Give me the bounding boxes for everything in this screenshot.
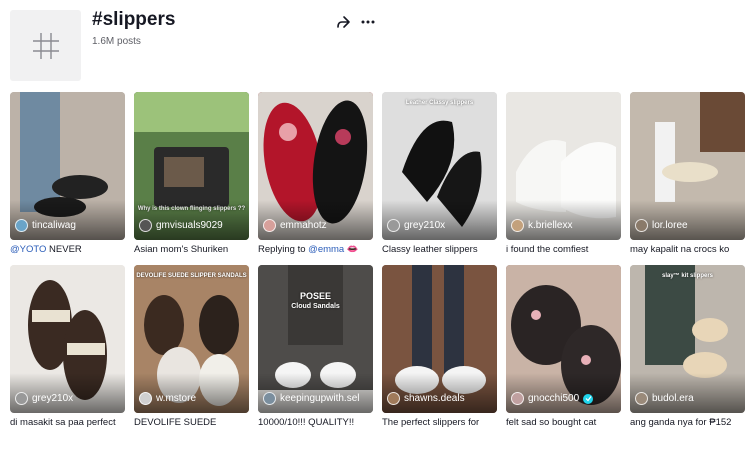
- avatar: [263, 219, 276, 232]
- video-caption[interactable]: Classy leather slippers: [382, 244, 497, 257]
- video-card[interactable]: Why is this clown flinging slippers ?? g…: [134, 92, 249, 257]
- video-card[interactable]: k.briellexx i found the comfiest: [506, 92, 621, 257]
- author-name[interactable]: gmvisuals9029: [156, 220, 223, 231]
- avatar: [387, 219, 400, 232]
- video-card[interactable]: gnocchi500 felt sad so bought cat: [506, 265, 621, 430]
- page-title: #slippers: [92, 9, 176, 30]
- avatar: [635, 392, 648, 405]
- avatar: [15, 392, 28, 405]
- video-card[interactable]: DEVOLIFE SUEDE SLIPPER SANDALS w.mstore …: [134, 265, 249, 430]
- video-author[interactable]: w.mstore: [139, 392, 196, 405]
- video-caption[interactable]: Asian mom's Shuriken: [134, 244, 249, 257]
- avatar: [139, 392, 152, 405]
- author-name[interactable]: gnocchi500: [528, 393, 579, 404]
- author-name[interactable]: grey210x: [32, 393, 73, 404]
- video-card[interactable]: Leather Classy slippers grey210x Classy …: [382, 92, 497, 257]
- video-thumbnail[interactable]: POSEE Cloud Sandals keepingupwith.sel: [258, 265, 373, 413]
- video-author[interactable]: keepingupwith.sel: [263, 392, 360, 405]
- caption-mention[interactable]: @emma: [308, 244, 344, 255]
- video-caption[interactable]: may kapalit na crocs ko: [630, 244, 745, 257]
- video-author[interactable]: grey210x: [387, 219, 445, 232]
- video-caption[interactable]: i found the comfiest: [506, 244, 621, 257]
- video-thumbnail[interactable]: tincaliwag: [10, 92, 125, 240]
- video-caption[interactable]: felt sad so bought cat: [506, 417, 621, 430]
- avatar: [635, 219, 648, 232]
- video-caption[interactable]: @YOTO NEVER: [10, 244, 125, 257]
- video-overlay-text: Leather Classy slippers: [405, 100, 474, 106]
- video-author[interactable]: gnocchi500: [511, 392, 594, 405]
- video-card[interactable]: grey210x di masakit sa paa perfect: [10, 265, 125, 430]
- video-author[interactable]: gmvisuals9029: [139, 219, 223, 232]
- author-name[interactable]: keepingupwith.sel: [280, 393, 360, 404]
- author-name[interactable]: tincaliwag: [32, 220, 76, 231]
- video-thumbnail[interactable]: grey210x: [10, 265, 125, 413]
- video-thumbnail[interactable]: emmahotz: [258, 92, 373, 240]
- video-thumbnail[interactable]: lor.loree: [630, 92, 745, 240]
- video-card[interactable]: slay™ kit slippers budol.era ang ganda n…: [630, 265, 745, 430]
- video-caption[interactable]: DEVOLIFE SUEDE: [134, 417, 249, 430]
- video-caption[interactable]: The perfect slippers for: [382, 417, 497, 430]
- video-thumbnail[interactable]: shawns.deals: [382, 265, 497, 413]
- video-author[interactable]: shawns.deals: [387, 392, 465, 405]
- verified-badge-icon: [583, 393, 594, 404]
- avatar: [511, 392, 524, 405]
- caption-mention[interactable]: @YOTO: [10, 244, 46, 255]
- video-overlay-subtext: Cloud Sandals: [291, 303, 340, 310]
- video-caption[interactable]: 10000/10!!! QUALITY!!: [258, 417, 373, 430]
- video-thumbnail[interactable]: Why is this clown flinging slippers ?? g…: [134, 92, 249, 240]
- video-caption[interactable]: di masakit sa paa perfect: [10, 417, 125, 430]
- video-overlay-text: slay™ kit slippers: [661, 273, 714, 279]
- video-caption[interactable]: ang ganda nya for ₱152: [630, 417, 745, 430]
- more-icon[interactable]: [359, 13, 377, 31]
- author-name[interactable]: k.briellexx: [528, 220, 572, 231]
- avatar: [511, 219, 524, 232]
- video-author[interactable]: grey210x: [15, 392, 73, 405]
- post-count: 1.6M posts: [92, 36, 141, 47]
- video-card[interactable]: emmahotz Replying to @emma 👄: [258, 92, 373, 257]
- avatar: [15, 219, 28, 232]
- author-name[interactable]: lor.loree: [652, 220, 688, 231]
- avatar: [387, 392, 400, 405]
- author-name[interactable]: grey210x: [404, 220, 445, 231]
- video-overlay-text: POSEE: [299, 291, 331, 301]
- avatar: [139, 219, 152, 232]
- video-thumbnail[interactable]: k.briellexx: [506, 92, 621, 240]
- video-author[interactable]: budol.era: [635, 392, 694, 405]
- video-card[interactable]: lor.loree may kapalit na crocs ko: [630, 92, 745, 257]
- video-author[interactable]: tincaliwag: [15, 219, 76, 232]
- video-card[interactable]: tincaliwag @YOTO NEVER: [10, 92, 125, 257]
- hashtag-header: #slippers 1.6M posts: [0, 0, 750, 90]
- video-card[interactable]: POSEE Cloud Sandals keepingupwith.sel 100…: [258, 265, 373, 430]
- author-name[interactable]: shawns.deals: [404, 393, 465, 404]
- author-name[interactable]: budol.era: [652, 393, 694, 404]
- video-grid: tincaliwag @YOTO NEVER Why is this clown…: [10, 92, 745, 430]
- video-author[interactable]: emmahotz: [263, 219, 327, 232]
- video-card[interactable]: shawns.deals The perfect slippers for: [382, 265, 497, 430]
- video-thumbnail[interactable]: slay™ kit slippers budol.era: [630, 265, 745, 413]
- video-overlay-text: DEVOLIFE SUEDE SLIPPER SANDALS: [136, 273, 247, 279]
- author-name[interactable]: w.mstore: [156, 393, 196, 404]
- share-icon[interactable]: [334, 13, 352, 31]
- video-thumbnail[interactable]: gnocchi500: [506, 265, 621, 413]
- video-caption[interactable]: Replying to @emma 👄: [258, 244, 373, 257]
- video-thumbnail[interactable]: Leather Classy slippers grey210x: [382, 92, 497, 240]
- avatar: [263, 392, 276, 405]
- hashtag-icon: [32, 32, 59, 59]
- video-author[interactable]: k.briellexx: [511, 219, 572, 232]
- video-author[interactable]: lor.loree: [635, 219, 688, 232]
- author-name[interactable]: emmahotz: [280, 220, 327, 231]
- video-thumbnail[interactable]: DEVOLIFE SUEDE SLIPPER SANDALS w.mstore: [134, 265, 249, 413]
- hashtag-avatar: [10, 10, 81, 81]
